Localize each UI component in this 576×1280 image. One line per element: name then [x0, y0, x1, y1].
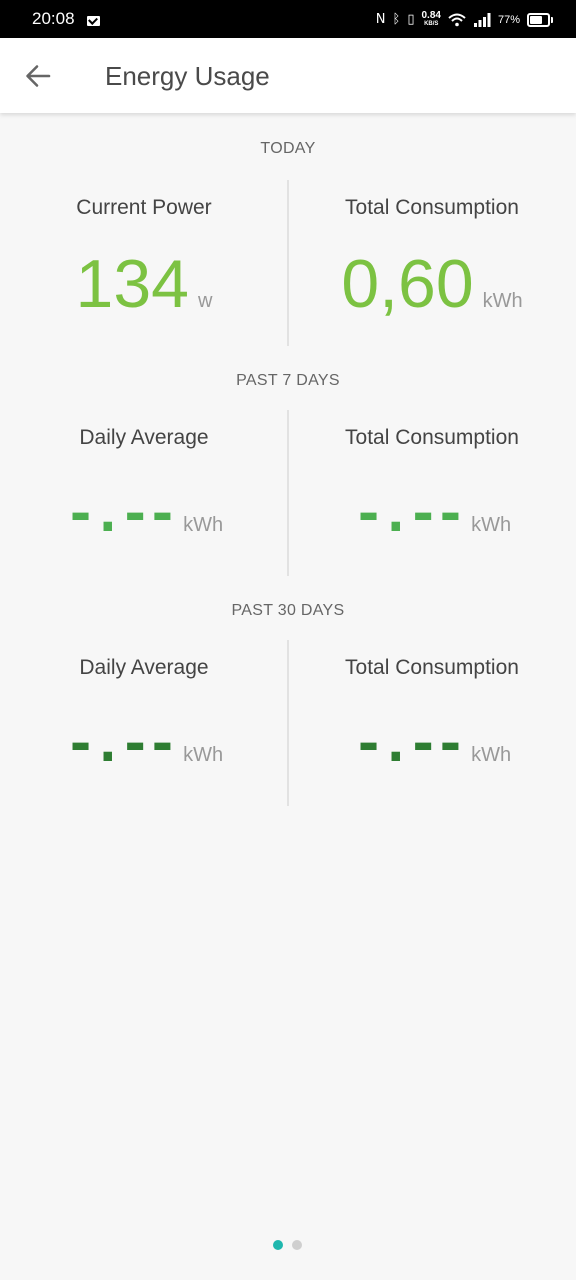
stat-current-power: Current Power 134 w — [0, 180, 288, 346]
status-time: 20:08 — [32, 9, 75, 28]
total-consumption-7-unit: kWh — [471, 514, 512, 536]
page-title: Energy Usage — [105, 61, 270, 91]
energy-content: TODAY Current Power 134 w Total Consumpt… — [0, 113, 576, 806]
stat-label: Current Power — [76, 196, 212, 219]
page-dot-2[interactable] — [292, 1240, 302, 1250]
stat-label: Daily Average — [79, 656, 209, 679]
battery-percent: 77% — [497, 14, 520, 26]
total-consumption-today-unit: kWh — [482, 290, 523, 312]
stat-value: 0,60 kWh — [288, 244, 576, 324]
stat-value: -.-- kWh — [288, 704, 576, 784]
stats-row: Daily Average -.-- kWh Total Consumption… — [0, 410, 576, 576]
wifi-icon — [448, 13, 466, 27]
stat-label: Total Consumption — [345, 656, 519, 679]
section-title: PAST 7 DAYS — [236, 372, 340, 389]
app-bar: Energy Usage — [0, 38, 576, 113]
page-indicator — [273, 1240, 302, 1250]
network-speed-value: 0.84 — [421, 10, 441, 21]
section-past-7-days: PAST 7 DAYS Daily Average -.-- kWh Total… — [0, 372, 576, 576]
stats-row: Daily Average -.-- kWh Total Consumption… — [0, 640, 576, 806]
section-today: TODAY Current Power 134 w Total Consumpt… — [0, 140, 576, 346]
stat-value: -.-- kWh — [0, 474, 288, 554]
page-dot-1[interactable] — [273, 1240, 283, 1250]
back-arrow-icon — [26, 65, 51, 87]
stat-total-consumption-7: Total Consumption -.-- kWh — [288, 410, 576, 576]
stat-daily-average-30: Daily Average -.-- kWh — [0, 640, 288, 806]
battery-icon — [527, 13, 553, 27]
status-bar: 20:08 N ᛒ ▯ 0.84 KB/S 77% — [0, 0, 576, 38]
mail-notification-icon — [87, 16, 100, 26]
stat-label: Daily Average — [79, 426, 209, 449]
total-consumption-today-value: 0,60 — [341, 246, 474, 322]
bluetooth-icon: ᛒ — [392, 12, 401, 27]
current-power-value: 134 — [75, 246, 189, 322]
section-title: TODAY — [260, 140, 316, 157]
total-consumption-7-value: -.-- — [352, 484, 466, 544]
daily-average-30-unit: kWh — [183, 744, 224, 766]
daily-average-7-value: -.-- — [64, 484, 178, 544]
stat-label: Total Consumption — [345, 196, 519, 219]
stat-label: Total Consumption — [345, 426, 519, 449]
current-power-unit: w — [198, 290, 213, 312]
section-title: PAST 30 DAYS — [231, 602, 345, 619]
stat-total-consumption-today: Total Consumption 0,60 kWh — [288, 180, 576, 346]
stats-row: Current Power 134 w Total Consumption 0,… — [0, 180, 576, 346]
section-past-30-days: PAST 30 DAYS Daily Average -.-- kWh Tota… — [0, 602, 576, 806]
battery-fill — [530, 16, 542, 24]
stat-value: -.-- kWh — [288, 474, 576, 554]
daily-average-7-unit: kWh — [183, 514, 224, 536]
total-consumption-30-value: -.-- — [352, 714, 466, 774]
nfc-icon: N — [375, 12, 386, 27]
signal-icon — [473, 13, 491, 27]
back-button[interactable] — [18, 56, 58, 96]
status-icons: N ᛒ ▯ 0.84 KB/S 77% — [375, 10, 553, 30]
stat-total-consumption-30: Total Consumption -.-- kWh — [288, 640, 576, 806]
network-speed-unit: KB/S — [424, 21, 439, 27]
vibrate-icon: ▯ — [407, 12, 415, 27]
daily-average-30-value: -.-- — [64, 714, 178, 774]
stat-daily-average-7: Daily Average -.-- kWh — [0, 410, 288, 576]
stat-value: -.-- kWh — [0, 704, 288, 784]
stat-value: 134 w — [0, 244, 288, 324]
total-consumption-30-unit: kWh — [471, 744, 512, 766]
network-speed: 0.84 KB/S — [421, 10, 441, 28]
